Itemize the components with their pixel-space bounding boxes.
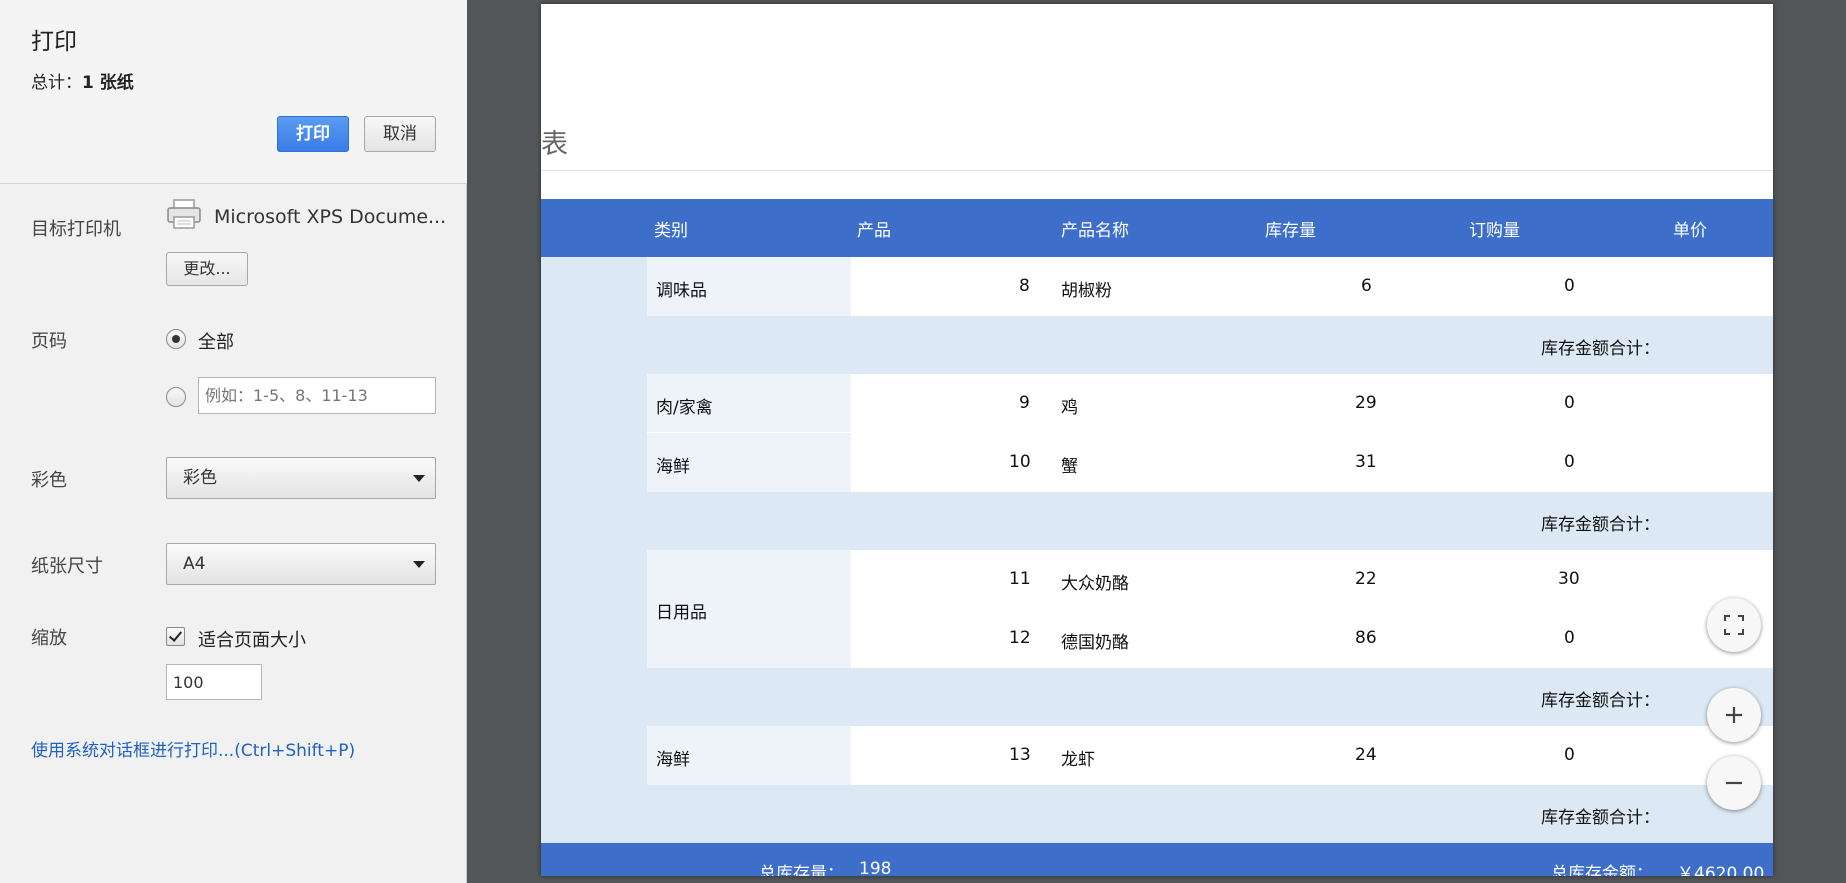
paper-size-label: 纸张尺寸 — [31, 556, 103, 577]
category-text: 海鲜 — [656, 750, 690, 770]
category-cell: 调味品 — [647, 257, 851, 316]
fit-to-page-checkbox[interactable] — [166, 627, 185, 646]
destination-label: 目标打印机 — [31, 219, 121, 240]
subtotal-row: 库存金额合计： — [541, 785, 1773, 843]
chevron-down-icon — [413, 561, 425, 568]
ordered-value: 0 — [1564, 452, 1575, 472]
chevron-down-icon — [413, 475, 425, 482]
column-header: 类别 — [654, 221, 688, 241]
print-preview-area[interactable]: 表 类别 产品 产品名称 库存量 订购量 单价 调味品 8 胡椒粉 6 0 库存… — [469, 0, 1846, 883]
scale-input[interactable] — [166, 664, 262, 700]
category-cell: 肉/家禽 — [647, 374, 851, 432]
report-title: 表 — [541, 129, 568, 160]
color-label: 彩色 — [31, 470, 67, 491]
column-header: 订购量 — [1469, 221, 1520, 241]
color-select-value: 彩色 — [183, 468, 217, 488]
stock-value: 29 — [1355, 393, 1377, 413]
paper-size-select[interactable]: A4 — [166, 543, 436, 585]
category-text: 海鲜 — [656, 457, 690, 477]
subtotal-label: 库存金额合计： — [1541, 515, 1660, 535]
column-header: 库存量 — [1265, 221, 1316, 241]
print-settings-panel: 打印 总计：1 张纸 打印 取消 目标打印机 Microsoft XPS Doc… — [0, 0, 467, 883]
stock-value: 24 — [1355, 745, 1377, 765]
group-band — [541, 726, 647, 785]
product-id: 12 — [1009, 628, 1031, 648]
ordered-value: 0 — [1564, 393, 1575, 413]
column-header: 单价 — [1673, 221, 1707, 241]
footer-amount-label: 总库存金额： — [1551, 864, 1653, 876]
stock-value: 22 — [1355, 569, 1377, 589]
summary-value: 1 张纸 — [82, 73, 134, 93]
scale-label: 缩放 — [31, 628, 67, 649]
table-header: 类别 产品 产品名称 库存量 订购量 单价 — [541, 199, 1773, 257]
zoom-out-button[interactable] — [1707, 756, 1761, 810]
destination-name: Microsoft XPS Docume... — [214, 206, 447, 228]
category-text: 日用品 — [656, 603, 707, 623]
pages-all-label: 全部 — [198, 332, 234, 353]
column-header: 产品 — [857, 221, 891, 241]
stock-value: 31 — [1355, 452, 1377, 472]
footer-amount-value: ￥4620.00 — [1677, 864, 1765, 876]
product-name: 大众奶酪 — [1061, 574, 1129, 594]
zoom-in-icon — [1726, 707, 1742, 723]
fit-to-page-button[interactable] — [1707, 598, 1761, 652]
product-id: 13 — [1009, 745, 1031, 765]
footer-stock-value: 198 — [859, 859, 892, 876]
category-cell: 海鲜 — [647, 726, 851, 785]
ordered-value: 0 — [1564, 276, 1575, 296]
product-id: 9 — [1019, 393, 1030, 413]
group-band — [541, 550, 647, 668]
stock-value: 6 — [1361, 276, 1372, 296]
print-button[interactable]: 打印 — [277, 116, 349, 152]
footer-stock-label: 总库存量： — [759, 864, 844, 876]
subtotal-row: 库存金额合计： — [541, 492, 1773, 550]
subtotal-label: 库存金额合计： — [1541, 339, 1660, 359]
product-name: 蟹 — [1061, 457, 1078, 477]
pages-label: 页码 — [31, 331, 67, 352]
subtotal-row: 库存金额合计： — [541, 668, 1773, 726]
change-destination-button[interactable]: 更改... — [166, 252, 248, 286]
category-cell: 海鲜 — [647, 433, 851, 492]
pages-all-radio[interactable] — [166, 329, 186, 349]
subtotal-label: 库存金额合计： — [1541, 808, 1660, 828]
preview-page: 表 类别 产品 产品名称 库存量 订购量 单价 调味品 8 胡椒粉 6 0 库存… — [541, 4, 1773, 876]
stock-value: 86 — [1355, 628, 1377, 648]
panel-title: 打印 — [31, 29, 77, 55]
product-id: 10 — [1009, 452, 1031, 472]
ordered-value: 0 — [1564, 628, 1575, 648]
paper-size-value: A4 — [183, 554, 206, 574]
fit-to-page-icon — [1724, 615, 1744, 635]
product-name: 德国奶酪 — [1061, 633, 1129, 653]
category-text: 肉/家禽 — [656, 398, 713, 418]
printer-icon — [167, 199, 201, 229]
pages-input[interactable] — [198, 377, 436, 414]
summary-label: 总计： — [31, 73, 82, 93]
system-dialog-link[interactable]: 使用系统对话框进行打印...(Ctrl+Shift+P) — [31, 736, 355, 761]
ordered-value: 0 — [1564, 745, 1575, 765]
group-band — [541, 374, 647, 492]
sheet-summary: 总计：1 张纸 — [31, 68, 134, 93]
subtotal-label: 库存金额合计： — [1541, 691, 1660, 711]
product-name: 龙虾 — [1061, 750, 1095, 770]
panel-header: 打印 总计：1 张纸 打印 取消 — [0, 0, 467, 184]
pages-custom-radio[interactable] — [166, 387, 186, 407]
table-footer: 总库存量： 198 总库存金额： ￥4620.00 — [541, 843, 1773, 876]
product-name: 胡椒粉 — [1061, 281, 1112, 301]
category-cell: 日用品 — [647, 550, 851, 668]
zoom-in-button[interactable] — [1707, 688, 1761, 742]
product-id: 11 — [1009, 569, 1031, 589]
color-select[interactable]: 彩色 — [166, 457, 436, 499]
title-divider — [541, 170, 1773, 171]
column-header: 产品名称 — [1061, 221, 1129, 241]
subtotal-row: 库存金额合计： — [541, 316, 1773, 374]
category-text: 调味品 — [656, 281, 707, 301]
product-id: 8 — [1019, 276, 1030, 296]
ordered-value: 30 — [1558, 569, 1580, 589]
product-name: 鸡 — [1061, 398, 1078, 418]
cancel-button[interactable]: 取消 — [364, 116, 436, 152]
zoom-out-icon — [1726, 781, 1742, 785]
fit-to-page-label: 适合页面大小 — [198, 630, 306, 651]
group-band — [541, 257, 647, 316]
